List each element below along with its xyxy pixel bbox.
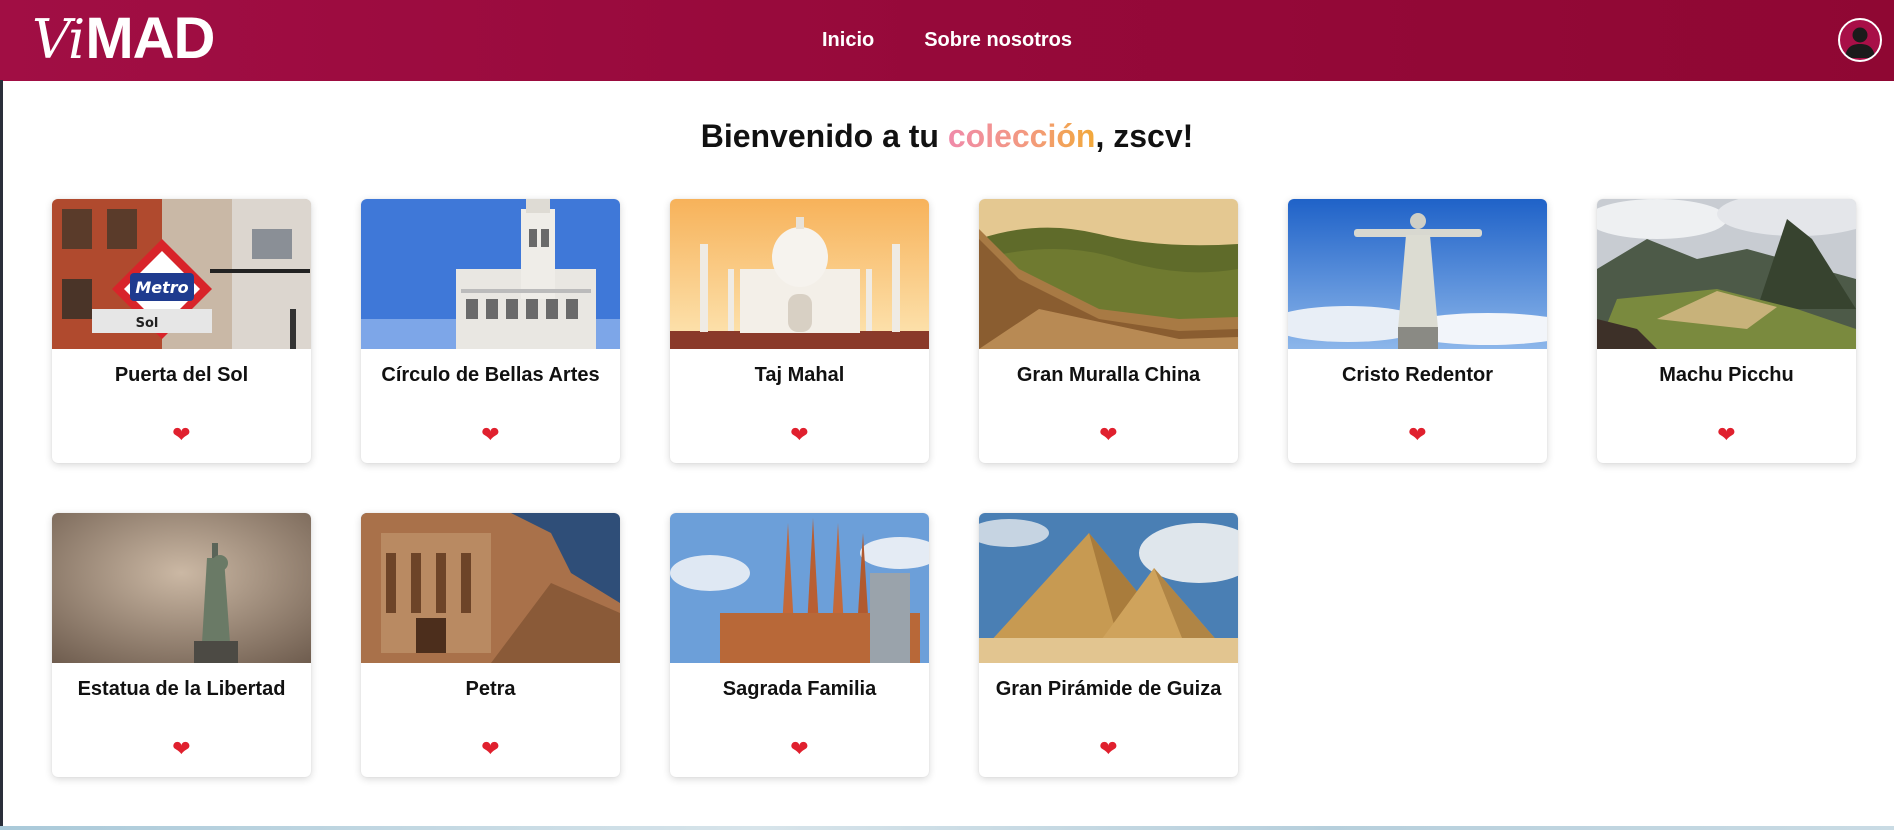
favorite-heart-icon[interactable]: ❤ [361,737,620,763]
card-title: Taj Mahal [754,364,845,386]
favorite-heart-icon[interactable]: ❤ [670,737,929,763]
user-avatar-icon[interactable] [1838,18,1882,62]
pyramid-giza-photo [979,513,1238,663]
favorite-heart-icon[interactable]: ❤ [1597,423,1856,449]
card-cristo-redentor[interactable]: Cristo Redentor ❤ [1288,199,1547,463]
machu-picchu-photo [1597,199,1856,349]
card-taj-mahal[interactable]: Taj Mahal ❤ [670,199,929,463]
bellas-artes-photo [361,199,620,349]
cristo-redentor-photo [1288,199,1547,349]
great-wall-photo [979,199,1238,349]
collection-grid: Metro Sol Puerta del Sol ❤ Círculo de Be… [52,199,1858,777]
card-sagrada-familia[interactable]: Sagrada Familia ❤ [670,513,929,777]
favorite-heart-icon[interactable]: ❤ [1288,423,1547,449]
card-circulo-bellas-artes[interactable]: Círculo de Bellas Artes ❤ [361,199,620,463]
card-estatua-libertad[interactable]: Estatua de la Libertad ❤ [52,513,311,777]
card-gran-muralla-china[interactable]: Gran Muralla China ❤ [979,199,1238,463]
card-gran-piramide-guiza[interactable]: Gran Pirámide de Guiza ❤ [979,513,1238,777]
favorite-heart-icon[interactable]: ❤ [52,737,311,763]
card-title: Petra [465,678,516,700]
logo[interactable]: Vi MAD [32,6,215,73]
card-title: Gran Pirámide de Guiza [995,678,1222,700]
svg-text:Sol: Sol [136,316,159,331]
statue-liberty-photo [52,513,311,663]
card-title: Machu Picchu [1659,364,1794,386]
card-title: Gran Muralla China [1016,364,1201,386]
title-accent: colección [947,118,1096,154]
favorite-heart-icon[interactable]: ❤ [670,423,929,449]
card-title: Estatua de la Libertad [77,678,286,700]
sagrada-familia-photo [670,513,929,663]
taj-mahal-photo [670,199,929,349]
nav-links: Inicio Sobre nosotros [0,0,1894,81]
page-title: Bienvenido a tu colección, zscv! [0,118,1894,155]
nav-link-inicio[interactable]: Inicio [822,29,874,52]
card-title: Sagrada Familia [722,678,877,700]
card-puerta-del-sol[interactable]: Metro Sol Puerta del Sol ❤ [52,199,311,463]
card-title: Círculo de Bellas Artes [381,364,600,386]
card-machu-picchu[interactable]: Machu Picchu ❤ [1597,199,1856,463]
title-prefix: Bienvenido a tu [700,118,948,154]
favorite-heart-icon[interactable]: ❤ [361,423,620,449]
favorite-heart-icon[interactable]: ❤ [52,423,311,449]
petra-photo [361,513,620,663]
card-title: Puerta del Sol [114,364,249,386]
title-suffix: , zscv! [1095,118,1194,154]
nav-link-sobre-nosotros[interactable]: Sobre nosotros [924,29,1072,52]
logo-prefix: Vi [32,8,85,71]
favorite-heart-icon[interactable]: ❤ [979,737,1238,763]
metro-sol-photo: Metro Sol [52,199,311,349]
logo-suffix: MAD [85,6,215,71]
navbar: Vi MAD Inicio Sobre nosotros [0,0,1894,81]
svg-text:Metro: Metro [135,278,188,297]
favorite-heart-icon[interactable]: ❤ [979,423,1238,449]
background-strip [0,826,1894,830]
page: Vi MAD Inicio Sobre nosotros Bienvenido a… [0,0,1894,830]
card-title: Cristo Redentor [1341,364,1494,386]
left-edge-divider [0,80,3,830]
card-petra[interactable]: Petra ❤ [361,513,620,777]
